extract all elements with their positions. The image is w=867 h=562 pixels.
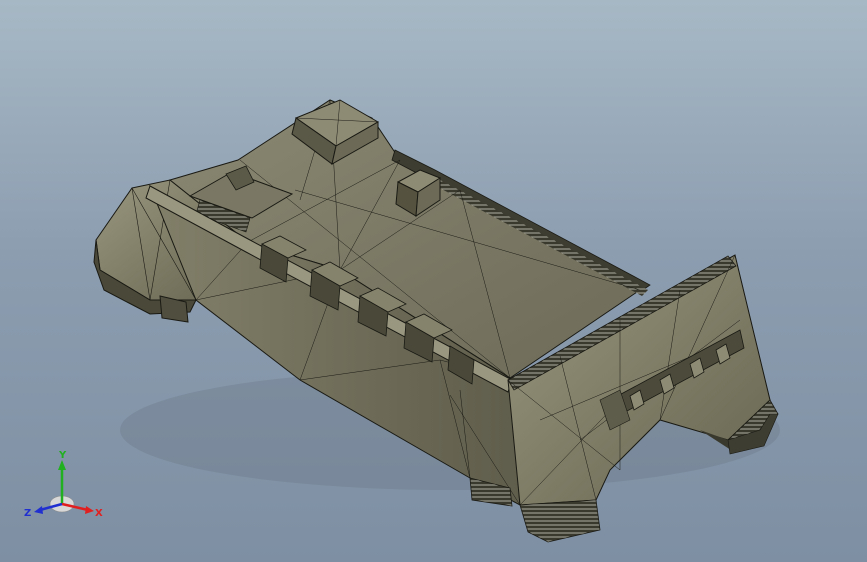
z-axis-label: Z xyxy=(24,508,31,519)
x-axis-label: X xyxy=(95,508,103,519)
cad-model-view[interactable] xyxy=(0,0,867,562)
view-orientation-triad[interactable]: Y X Z xyxy=(22,446,108,528)
x-axis-arrow xyxy=(85,506,94,514)
y-axis-label: Y xyxy=(58,450,67,461)
z-axis-arrow xyxy=(34,506,43,514)
graphics-viewport[interactable]: Y X Z xyxy=(0,0,867,562)
y-axis-arrow xyxy=(58,460,66,470)
